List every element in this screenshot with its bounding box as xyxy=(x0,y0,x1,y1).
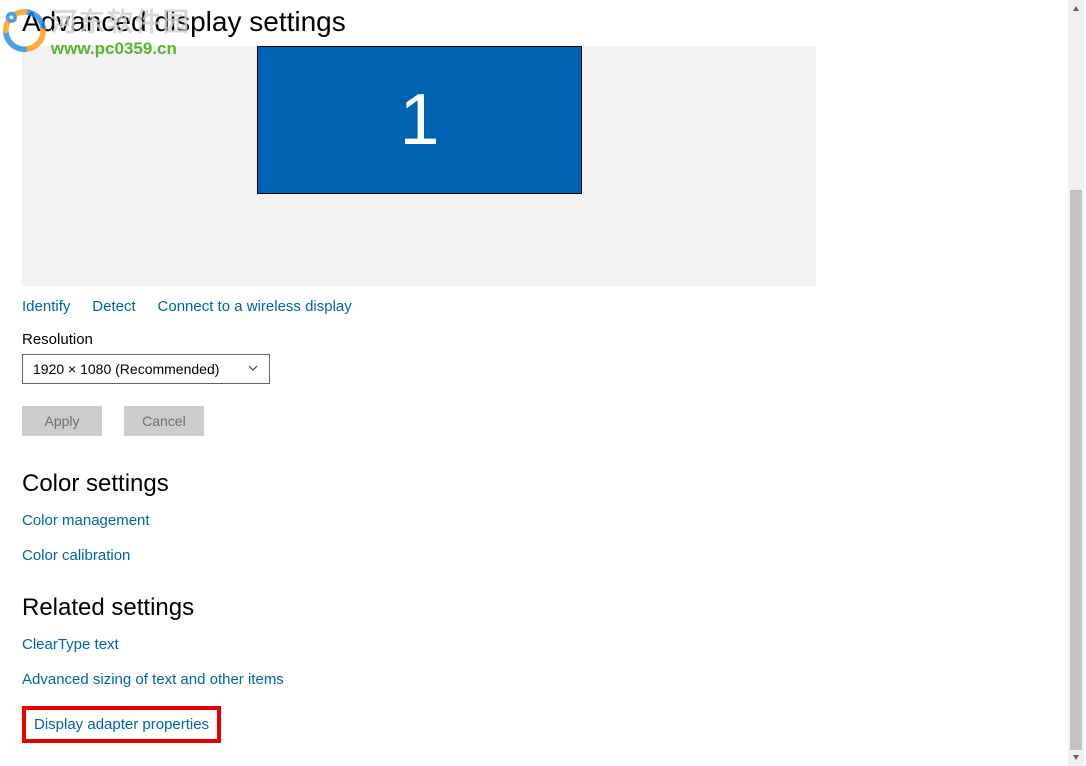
cleartype-link[interactable]: ClearType text xyxy=(22,636,119,653)
apply-button[interactable]: Apply xyxy=(22,406,102,436)
chevron-down-icon xyxy=(247,361,259,377)
connect-wireless-link[interactable]: Connect to a wireless display xyxy=(158,298,352,315)
apply-cancel-row: Apply Cancel xyxy=(22,406,1086,436)
related-settings-header: Related settings xyxy=(22,594,1086,622)
advanced-sizing-link[interactable]: Advanced sizing of text and other items xyxy=(22,671,284,688)
resolution-value: 1920 × 1080 (Recommended) xyxy=(33,361,219,377)
vertical-scrollbar[interactable] xyxy=(1068,0,1084,766)
resolution-label: Resolution xyxy=(22,331,1086,348)
color-links-block: Color management Color calibration xyxy=(22,512,1086,564)
display-adapter-link[interactable]: Display adapter properties xyxy=(22,706,221,743)
scroll-up-arrow-icon[interactable] xyxy=(1068,0,1084,18)
identify-link[interactable]: Identify xyxy=(22,298,70,315)
scroll-down-arrow-icon[interactable] xyxy=(1068,748,1084,766)
color-calibration-link[interactable]: Color calibration xyxy=(22,547,130,564)
page-title: Advanced display settings xyxy=(22,2,1086,38)
display-action-links: Identify Detect Connect to a wireless di… xyxy=(22,298,1086,315)
detect-link[interactable]: Detect xyxy=(92,298,135,315)
resolution-select[interactable]: 1920 × 1080 (Recommended) xyxy=(22,354,270,384)
scrollbar-thumb[interactable] xyxy=(1070,190,1082,750)
color-settings-header: Color settings xyxy=(22,470,1086,498)
color-management-link[interactable]: Color management xyxy=(22,512,150,529)
settings-content: Advanced display settings 1 Identify Det… xyxy=(0,0,1086,753)
display-preview-area: 1 xyxy=(22,46,816,286)
monitor-number-label: 1 xyxy=(399,79,439,161)
monitor-1-preview[interactable]: 1 xyxy=(257,46,582,194)
related-links-block: ClearType text Advanced sizing of text a… xyxy=(22,636,1086,753)
cancel-button[interactable]: Cancel xyxy=(124,406,204,436)
